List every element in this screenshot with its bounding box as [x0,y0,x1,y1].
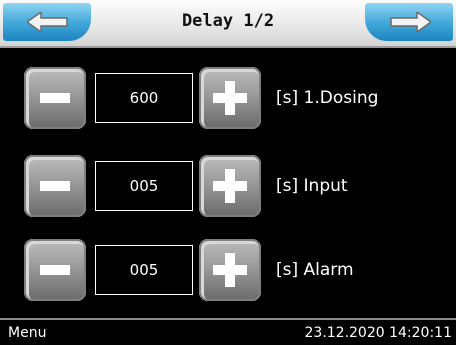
setting-row-alarm: 005 [s] Alarm [0,239,456,303]
minus-icon [40,93,70,103]
decrement-button[interactable] [24,67,86,129]
forward-button[interactable] [365,3,453,41]
setting-label: [s] 1.Dosing [276,88,379,108]
minus-icon [40,181,70,191]
decrement-button[interactable] [24,155,86,217]
setting-row-input: 005 [s] Input [0,155,456,219]
header-bar: Delay 1/2 [0,0,456,48]
setting-row-dosing: 600 [s] 1.Dosing [0,67,456,131]
increment-button[interactable] [199,155,261,217]
increment-button[interactable] [199,67,261,129]
footer-bar: Menu 23.12.2020 14:20:11 [0,321,456,345]
increment-button[interactable] [199,239,261,301]
value-field[interactable]: 005 [95,161,193,211]
arrow-right-icon [390,12,431,32]
menu-button[interactable]: Menu [8,325,46,341]
value-field[interactable]: 005 [95,245,193,295]
decrement-button[interactable] [24,239,86,301]
minus-icon [40,265,70,275]
footer-divider [0,318,456,320]
setting-label: [s] Input [276,176,348,196]
datetime-display: 23.12.2020 14:20:11 [304,325,453,341]
value-field[interactable]: 600 [95,73,193,123]
setting-label: [s] Alarm [276,260,354,280]
